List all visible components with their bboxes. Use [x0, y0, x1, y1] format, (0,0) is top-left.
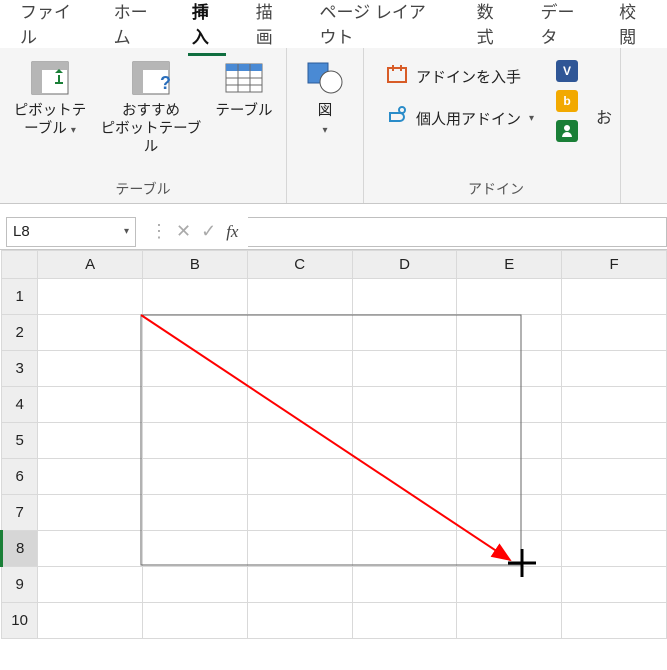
row-header[interactable]: 4	[2, 387, 38, 423]
chevron-down-icon: ▾	[322, 125, 327, 136]
formula-input[interactable]	[248, 217, 667, 247]
more-icon[interactable]: ⋮	[150, 221, 166, 242]
fx-icon[interactable]: fx	[226, 222, 238, 242]
recommended-pivot-icon: ?	[131, 58, 171, 98]
svg-text:?: ?	[160, 73, 170, 93]
select-all-corner[interactable]	[2, 251, 38, 279]
get-addins-button[interactable]: アドインを入手	[380, 60, 540, 92]
col-header-b[interactable]: B	[143, 251, 248, 279]
row-header[interactable]: 10	[2, 603, 38, 639]
enter-icon[interactable]: ✓	[201, 221, 216, 242]
ribbon-tabs: ファイル ホーム 挿入 描画 ページ レイアウト 数式 データ 校閲	[0, 0, 667, 48]
store-icon	[386, 63, 408, 89]
recommended-pivot-label-1: おすすめ	[122, 103, 180, 119]
col-header-c[interactable]: C	[247, 251, 352, 279]
recommended-pivot-label-2: ピボットテーブル	[101, 121, 202, 155]
table-label: テーブル	[215, 102, 272, 120]
truncated-button[interactable]: お	[590, 104, 612, 128]
my-addins-button[interactable]: 個人用アドイン ▾	[380, 102, 540, 134]
tab-draw[interactable]: 描画	[242, 0, 300, 60]
group-tables-label: テーブル	[115, 177, 170, 201]
table-button[interactable]: テーブル	[212, 54, 276, 124]
my-addins-label: 個人用アドイン	[416, 108, 521, 129]
tab-file[interactable]: ファイル	[6, 0, 94, 60]
col-header-f[interactable]: F	[562, 251, 667, 279]
row-header[interactable]: 5	[2, 423, 38, 459]
recommended-pivot-button[interactable]: ? おすすめ ピボットテーブル	[96, 54, 206, 160]
table-icon	[224, 58, 264, 98]
get-addins-label: アドインを入手	[416, 66, 521, 87]
name-box-value: L8	[13, 223, 30, 240]
pivot-table-icon	[30, 58, 70, 98]
name-box[interactable]: L8 ▾	[6, 217, 136, 247]
row-header[interactable]: 9	[2, 567, 38, 603]
people-addin-icon[interactable]	[556, 120, 578, 142]
tab-insert[interactable]: 挿入	[178, 0, 236, 60]
tab-formulas[interactable]: 数式	[463, 0, 521, 60]
pivot-table-button[interactable]: ピボットテーブル ▾	[10, 54, 90, 142]
shapes-icon	[305, 58, 345, 98]
illustrations-button[interactable]: 図▾	[301, 54, 349, 142]
group-tables: ピボットテーブル ▾ ? おすすめ ピボットテーブル	[0, 48, 287, 203]
row-header[interactable]: 2	[2, 315, 38, 351]
worksheet-grid[interactable]: A B C D E F 1 2 3 4 5 6 7 8 9 10	[0, 250, 667, 639]
cancel-icon[interactable]: ✕	[176, 221, 191, 242]
illustrations-label: 図	[318, 103, 333, 119]
bing-addin-icon[interactable]: b	[556, 90, 578, 112]
tab-review[interactable]: 校閲	[605, 0, 663, 60]
ribbon: ピボットテーブル ▾ ? おすすめ ピボットテーブル	[0, 48, 667, 204]
tab-page-layout[interactable]: ページ レイアウト	[306, 0, 457, 60]
row-header[interactable]: 7	[2, 495, 38, 531]
addin-shortcuts: V b	[546, 54, 584, 142]
row-header[interactable]: 1	[2, 279, 38, 315]
addins-icon	[386, 105, 408, 131]
group-addins-label: アドイン	[468, 177, 524, 201]
chevron-down-icon: ▾	[124, 226, 129, 237]
row-header[interactable]: 6	[2, 459, 38, 495]
row-header[interactable]: 8	[2, 531, 38, 567]
chevron-down-icon: ▾	[529, 113, 534, 124]
group-addins: アドインを入手 個人用アドイン ▾ V b お アドイン	[364, 48, 621, 203]
group-illustrations: 図▾	[287, 48, 364, 203]
col-header-d[interactable]: D	[352, 251, 457, 279]
row-header[interactable]: 3	[2, 351, 38, 387]
chevron-down-icon: ▾	[71, 125, 76, 136]
visio-addin-icon[interactable]: V	[556, 60, 578, 82]
tab-data[interactable]: データ	[526, 0, 599, 60]
formula-bar: L8 ▾ ⋮ ✕ ✓ fx	[0, 214, 667, 250]
tab-home[interactable]: ホーム	[100, 0, 172, 60]
col-header-a[interactable]: A	[38, 251, 143, 279]
col-header-e[interactable]: E	[457, 251, 562, 279]
